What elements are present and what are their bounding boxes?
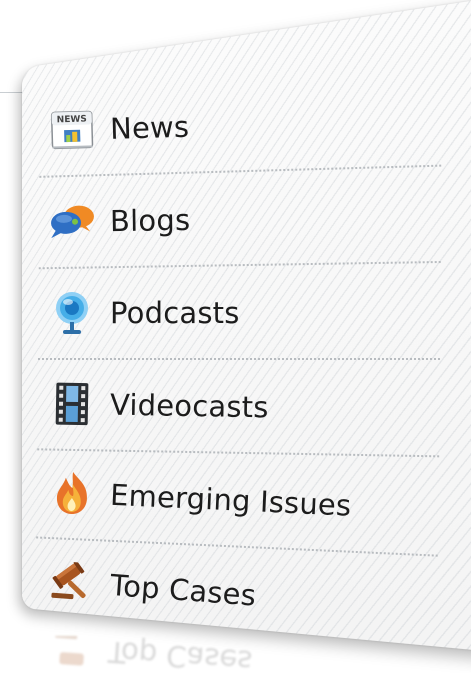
gavel-icon <box>47 556 98 607</box>
top-cases-reflection: Top Cases <box>52 636 352 673</box>
reflection-label: Top Cases <box>107 636 254 673</box>
menu-item-videocasts[interactable]: Videocasts <box>37 356 459 458</box>
chat-bubbles-icon <box>48 197 97 246</box>
menu-item-label: Videocasts <box>109 387 269 425</box>
menu-item-label: Podcasts <box>110 296 240 330</box>
menu-item-news[interactable]: NEWS News <box>37 72 459 178</box>
menu-item-label: Top Cases <box>109 567 258 613</box>
flame-icon <box>47 468 97 518</box>
news-icon: NEWS <box>47 105 96 154</box>
menu-item-blogs[interactable]: Blogs <box>37 169 458 270</box>
menu-item-label: Emerging Issues <box>109 477 353 523</box>
resource-menu: NEWS News Blogs Podcasts Videocasts Emer… <box>36 78 459 642</box>
microphone-icon <box>48 289 96 337</box>
menu-stage: NEWS News Blogs Podcasts Videocasts Emer… <box>0 0 471 673</box>
film-strip-icon <box>48 380 97 429</box>
gavel-icon <box>52 636 98 673</box>
menu-item-podcasts[interactable]: Podcasts <box>38 266 458 360</box>
svg-text:NEWS: NEWS <box>57 114 87 125</box>
edge-divider <box>0 92 22 93</box>
menu-item-label: Blogs <box>109 202 191 239</box>
menu-item-label: News <box>109 109 190 146</box>
